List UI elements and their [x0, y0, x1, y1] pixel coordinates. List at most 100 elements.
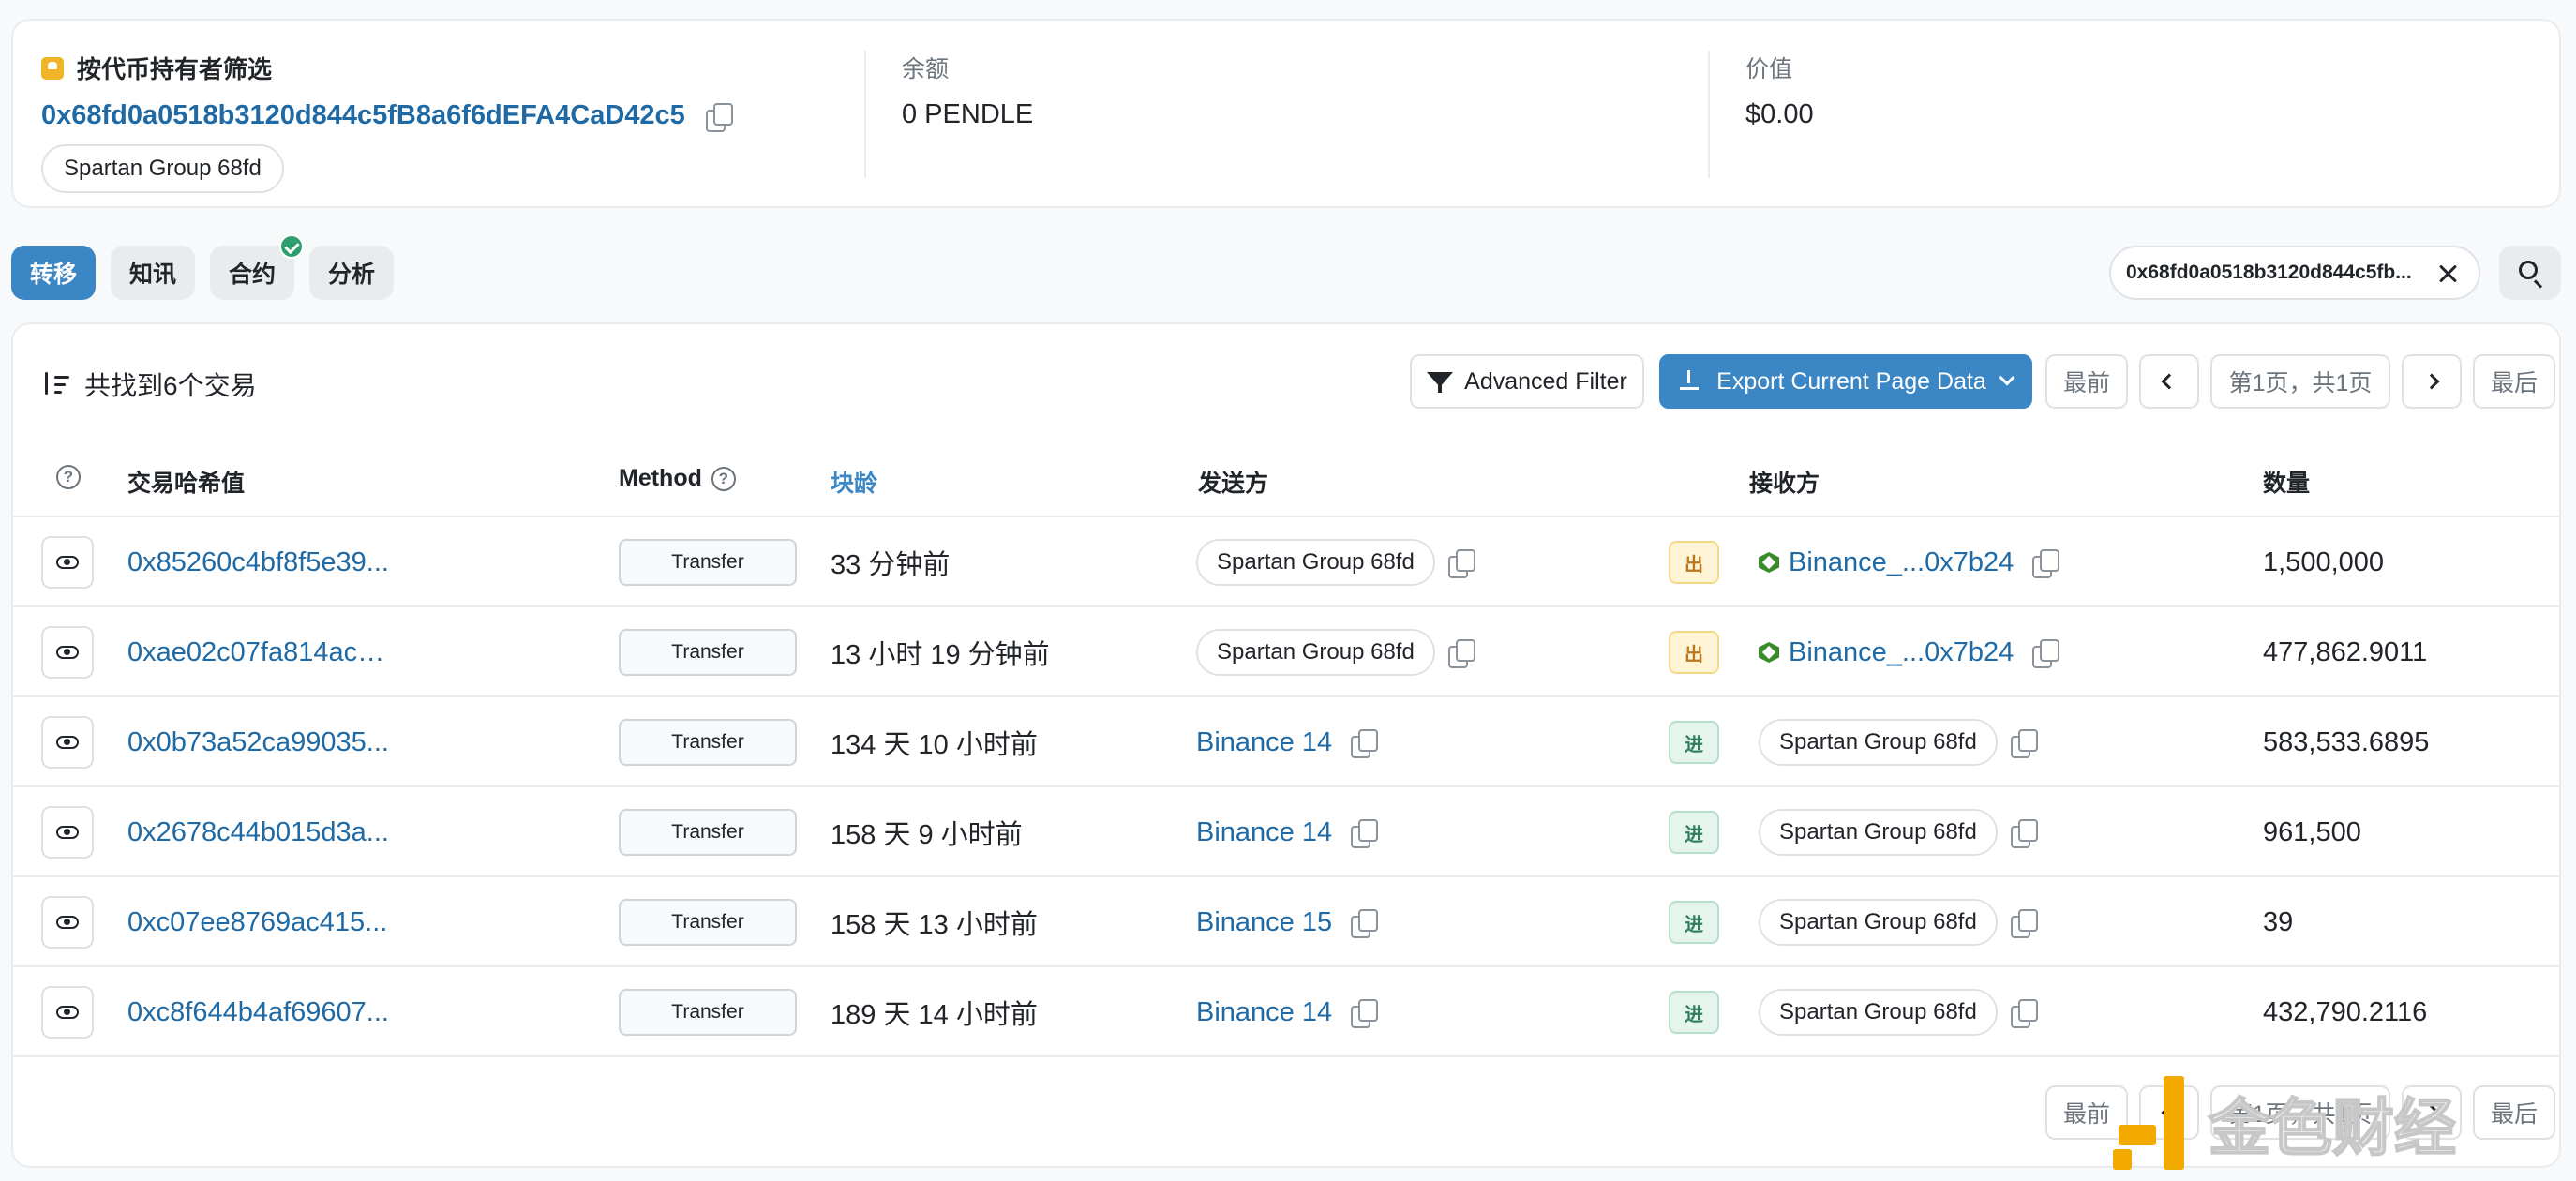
to-address-link[interactable]: Binance_...0x7b24 [1789, 547, 2014, 578]
tab-analytics[interactable]: 分析 [309, 246, 395, 300]
last-page-button[interactable]: 最后 [2473, 1085, 2555, 1140]
balance-label: 余额 [902, 56, 950, 82]
contract-icon [1759, 642, 1779, 663]
table-row: 0xc8f644b4af69607... Transfer 189 天 14 小… [13, 967, 2559, 1057]
direction-badge: 进 [1669, 901, 1719, 944]
copy-icon[interactable] [705, 102, 733, 132]
value-section: 价值 $0.00 [1708, 51, 2533, 178]
transfers-table: ? 交易哈希值 Method ? 块龄 发送方 接收方 数量 0x85260c4… [13, 439, 2559, 1057]
copy-icon[interactable] [1351, 909, 1379, 938]
method-badge: Transfer [619, 719, 797, 766]
col-to: 接收方 [1749, 471, 1820, 497]
result-count: 共找到6个交易 [43, 366, 257, 403]
to-tag[interactable]: Spartan Group 68fd [1759, 899, 1998, 946]
chevron-left-icon [2161, 373, 2178, 390]
first-page-button[interactable]: 最前 [2045, 354, 2128, 409]
balance-section: 余额 0 PENDLE [864, 51, 1708, 178]
amount: 583,533.6895 [2263, 726, 2430, 757]
table-row: 0x2678c44b015d3a... Transfer 158 天 9 小时前… [13, 787, 2559, 877]
help-icon-header[interactable]: ? [56, 465, 81, 489]
chevron-right-icon [2423, 373, 2440, 390]
close-icon[interactable] [2435, 261, 2462, 287]
copy-icon[interactable] [2010, 909, 2038, 938]
watermark-logo-icon [2113, 1076, 2195, 1170]
tx-hash-link[interactable]: 0x85260c4bf8f5e39... [127, 547, 390, 578]
filter-icon [1427, 370, 1455, 393]
col-age[interactable]: 块龄 [831, 465, 877, 499]
copy-icon[interactable] [2010, 999, 2038, 1028]
copy-icon[interactable] [1351, 729, 1379, 758]
copy-icon[interactable] [1351, 819, 1379, 848]
col-method-label: Method [619, 465, 702, 491]
next-page-button[interactable] [2402, 354, 2462, 409]
to-address-link[interactable]: Binance_...0x7b24 [1789, 637, 2014, 668]
from-tag[interactable]: Spartan Group 68fd [1196, 629, 1435, 676]
search-icon [2519, 261, 2538, 279]
preview-button[interactable] [41, 536, 94, 589]
preview-button[interactable] [41, 806, 94, 859]
copy-icon[interactable] [2032, 639, 2060, 668]
last-page-button[interactable]: 最后 [2473, 354, 2555, 409]
tx-hash-link[interactable]: 0x0b73a52ca99035... [127, 727, 390, 758]
tab-contract[interactable]: 合约 [210, 234, 305, 300]
from-address-link[interactable]: Binance 14 [1196, 817, 1332, 848]
advanced-filter-label: Advanced Filter [1464, 367, 1627, 395]
toolbar: 共找到6个交易 Advanced Filter Export Current P… [13, 354, 2559, 411]
preview-button[interactable] [41, 896, 94, 949]
eye-icon [56, 646, 79, 659]
copy-icon[interactable] [1447, 639, 1475, 668]
preview-button[interactable] [41, 716, 94, 769]
holder-address-link[interactable]: 0x68fd0a0518b3120d844c5fB8a6f6dEFA4CaD42… [41, 100, 685, 131]
amount: 477,862.9011 [2263, 636, 2428, 667]
prev-page-button[interactable] [2139, 354, 2199, 409]
question-icon[interactable]: ? [711, 466, 736, 491]
copy-icon[interactable] [1351, 999, 1379, 1028]
col-from: 发送方 [1198, 471, 1269, 497]
direction-badge: 进 [1669, 991, 1719, 1034]
to-tag[interactable]: Spartan Group 68fd [1759, 989, 1998, 1036]
direction-badge: 出 [1669, 541, 1719, 584]
sort-icon[interactable] [43, 370, 71, 398]
copy-icon[interactable] [1447, 549, 1475, 578]
amount: 432,790.2116 [2263, 996, 2428, 1027]
tx-age: 33 分钟前 [831, 550, 951, 580]
tab-info[interactable]: 知讯 [111, 246, 196, 300]
from-address-link[interactable]: Binance 14 [1196, 727, 1332, 758]
from-address-link[interactable]: Binance 14 [1196, 997, 1332, 1028]
search-button[interactable] [2499, 246, 2561, 300]
tx-age: 13 小时 19 分钟前 [831, 640, 1050, 670]
tx-hash-link[interactable]: 0xc8f644b4af69607... [127, 997, 390, 1028]
from-address-link[interactable]: Binance 15 [1196, 907, 1332, 938]
tx-hash-link[interactable]: 0xae02c07fa814acc... [127, 637, 390, 668]
amount: 961,500 [2263, 816, 2361, 847]
tx-hash-link[interactable]: 0xc07ee8769ac415... [127, 907, 390, 938]
eye-icon [56, 1006, 79, 1019]
question-icon: ? [56, 465, 81, 489]
from-tag[interactable]: Spartan Group 68fd [1196, 539, 1435, 586]
copy-icon[interactable] [2010, 819, 2038, 848]
tx-age: 158 天 9 小时前 [831, 820, 1023, 850]
tab-bar: 转移 知讯 合约 分析 [11, 234, 395, 300]
tx-hash-link[interactable]: 0x2678c44b015d3a... [127, 817, 390, 848]
contract-icon [1759, 552, 1779, 573]
export-button[interactable]: Export Current Page Data [1659, 354, 2032, 409]
preview-button[interactable] [41, 986, 94, 1039]
download-icon [1679, 370, 1700, 393]
copy-icon[interactable] [2010, 729, 2038, 758]
value-label: 价值 [1745, 56, 1793, 82]
tab-transfers[interactable]: 转移 [11, 246, 97, 300]
holder-badge-icon [41, 56, 64, 80]
copy-icon[interactable] [2032, 549, 2060, 578]
preview-button[interactable] [41, 626, 94, 679]
to-tag[interactable]: Spartan Group 68fd [1759, 719, 1998, 766]
to-tag[interactable]: Spartan Group 68fd [1759, 809, 1998, 856]
holder-info: 按代币持有者筛选 0x68fd0a0518b3120d844c5fB8a6f6d… [41, 21, 866, 206]
holder-card: 按代币持有者筛选 0x68fd0a0518b3120d844c5fB8a6f6d… [11, 19, 2561, 208]
export-label: Export Current Page Data [1716, 367, 1986, 395]
method-badge: Transfer [619, 989, 797, 1036]
holder-tag[interactable]: Spartan Group 68fd [41, 144, 284, 193]
table-header: ? 交易哈希值 Method ? 块龄 发送方 接收方 数量 [13, 439, 2559, 517]
advanced-filter-button[interactable]: Advanced Filter [1410, 354, 1644, 409]
address-filter-pill[interactable]: 0x68fd0a0518b3120d844c5fb... [2109, 246, 2480, 300]
amount: 39 [2263, 906, 2294, 937]
